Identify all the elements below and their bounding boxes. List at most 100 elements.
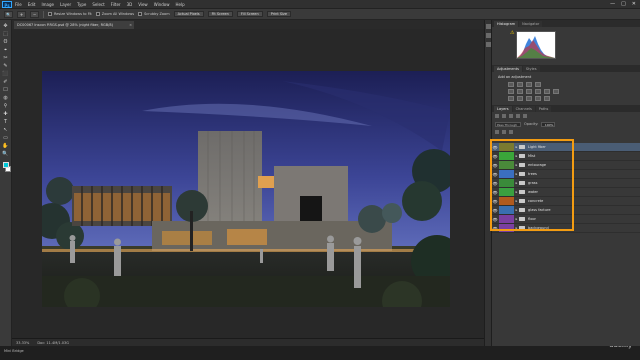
layer-row[interactable]: 👁 ▸ water (492, 188, 640, 197)
layer-row[interactable]: 👁 ▸ grass (492, 179, 640, 188)
visibility-eye-icon[interactable]: 👁 (492, 154, 498, 159)
menu-view[interactable]: View (138, 2, 148, 7)
visibility-eye-icon[interactable]: 👁 (492, 181, 498, 186)
selective-color-icon[interactable] (544, 96, 550, 101)
invert-icon[interactable] (508, 96, 514, 101)
canvas[interactable] (42, 71, 450, 307)
menu-image[interactable]: Image (41, 2, 54, 7)
minimize-button[interactable]: — (610, 1, 615, 7)
tab-layers[interactable]: Layers (494, 106, 512, 112)
threshold-icon[interactable] (526, 96, 532, 101)
brightness-contrast-icon[interactable] (508, 82, 514, 87)
filter-kind-icon[interactable] (495, 114, 499, 118)
hand-tool-icon[interactable]: ✋ (2, 143, 10, 150)
curves-icon[interactable] (526, 82, 532, 87)
filter-pixel-icon[interactable] (502, 114, 506, 118)
lock-all-icon[interactable] (509, 130, 513, 134)
blend-mode-select[interactable]: Pass Through (495, 121, 521, 127)
black-white-icon[interactable] (535, 89, 541, 94)
zoom-all-option[interactable]: Zoom All Windows (95, 12, 134, 16)
visibility-eye-icon[interactable]: 👁 (492, 145, 498, 150)
warning-icon[interactable]: ⚠ (510, 30, 514, 36)
scrubby-zoom-option[interactable]: Scrubby Zoom (138, 12, 170, 16)
layer-row[interactable]: 👁 ▸ Light fiber (492, 143, 640, 152)
layer-row[interactable]: 👁 ▸ background (492, 224, 640, 233)
checkbox[interactable] (95, 12, 100, 16)
zoom-out-icon[interactable]: − (30, 10, 39, 18)
history-brush-tool-icon[interactable]: ✐ (2, 79, 10, 86)
exposure-icon[interactable] (535, 82, 541, 87)
maximize-button[interactable]: □ (621, 1, 626, 7)
menu-help[interactable]: Help (175, 2, 184, 7)
resize-windows-option[interactable]: Resize Windows to Fit (48, 12, 92, 16)
zoom-in-icon[interactable]: + (17, 10, 26, 18)
posterize-icon[interactable] (517, 96, 523, 101)
zoom-level[interactable]: 33.33% (16, 341, 29, 345)
menu-edit[interactable]: Edit (28, 2, 36, 7)
hue-saturation-icon[interactable] (517, 89, 523, 94)
visibility-eye-icon[interactable]: 👁 (492, 226, 498, 231)
fit-screen-button[interactable]: Fit Screen (207, 11, 233, 17)
quick-select-tool-icon[interactable]: ⌖ (2, 47, 10, 54)
move-tool-icon[interactable]: ✥ (2, 23, 10, 30)
actual-pixels-button[interactable]: Actual Pixels (173, 11, 204, 17)
menu-file[interactable]: File (15, 2, 22, 7)
menu-filter[interactable]: Filter (111, 2, 121, 7)
filter-adjust-icon[interactable] (509, 114, 513, 118)
document-tab[interactable]: DC00067 Inscon P.RGS.psd @ 28% (night fi… (14, 21, 134, 29)
fill-screen-button[interactable]: Fill Screen (236, 11, 263, 17)
zoom-tool-icon[interactable]: 🔍 (4, 10, 13, 18)
pen-tool-icon[interactable]: ✚ (2, 111, 10, 118)
menu-type[interactable]: Type (77, 2, 86, 7)
menu-select[interactable]: Select (92, 2, 104, 7)
gradient-tool-icon[interactable]: ◍ (2, 95, 10, 102)
visibility-eye-icon[interactable]: 👁 (492, 217, 498, 222)
stamp-tool-icon[interactable]: ⬛ (2, 71, 10, 78)
menu-window[interactable]: Window (154, 2, 170, 7)
layer-row[interactable]: 👁 ▸ entourage (492, 161, 640, 170)
gradient-map-icon[interactable] (535, 96, 541, 101)
lasso-tool-icon[interactable]: ʘ (2, 39, 10, 46)
close-button[interactable]: ✕ (632, 1, 636, 7)
levels-icon[interactable] (517, 82, 523, 87)
checkbox[interactable] (48, 12, 52, 16)
color-balance-icon[interactable] (526, 89, 532, 94)
layer-row[interactable]: 👁 ▸ trees (492, 170, 640, 179)
channel-mixer-icon[interactable] (553, 89, 559, 94)
filter-shape-icon[interactable] (523, 114, 527, 118)
foreground-color-swatch[interactable] (2, 162, 9, 168)
layer-row[interactable]: 👁 ▸ glass facture (492, 206, 640, 215)
tab-paths[interactable]: Paths (535, 106, 552, 112)
vibrance-icon[interactable] (508, 89, 514, 94)
visibility-eye-icon[interactable]: 👁 (492, 199, 498, 204)
tab-channels[interactable]: Channels (512, 106, 535, 112)
visibility-eye-icon[interactable]: 👁 (492, 190, 498, 195)
marquee-tool-icon[interactable]: ⬚ (2, 31, 10, 38)
layer-row[interactable]: 👁 ▸ concrete (492, 197, 640, 206)
visibility-eye-icon[interactable]: 👁 (492, 163, 498, 168)
brush-tool-icon[interactable]: ✎ (2, 63, 10, 70)
layer-row[interactable]: 👁 ▸ Mist (492, 152, 640, 161)
visibility-eye-icon[interactable]: 👁 (492, 208, 498, 213)
print-size-button[interactable]: Print Size (266, 11, 292, 17)
dodge-tool-icon[interactable]: ⚲ (2, 103, 10, 110)
lock-position-icon[interactable] (502, 130, 506, 134)
properties-icon[interactable] (485, 33, 491, 38)
zoom-tool-icon[interactable]: 🔍 (2, 151, 10, 158)
visibility-eye-icon[interactable]: 👁 (492, 172, 498, 177)
type-tool-icon[interactable]: T (2, 119, 10, 126)
history-icon[interactable] (485, 24, 491, 29)
filter-type-icon[interactable] (516, 114, 520, 118)
photo-filter-icon[interactable] (544, 89, 550, 94)
menu-layer[interactable]: Layer (60, 2, 71, 7)
opacity-input[interactable]: 100% (541, 121, 556, 127)
crop-tool-icon[interactable]: ✂ (2, 55, 10, 62)
layer-row[interactable]: 👁 ▸ floor (492, 215, 640, 224)
mini-bridge-tab[interactable]: Mini Bridge (4, 349, 24, 353)
shape-tool-icon[interactable]: ▭ (2, 135, 10, 142)
checkbox[interactable] (138, 12, 143, 16)
lock-pixels-icon[interactable] (495, 130, 499, 134)
brush-presets-icon[interactable] (485, 42, 491, 47)
eraser-tool-icon[interactable]: ☐ (2, 87, 10, 94)
path-select-tool-icon[interactable]: ↖ (2, 127, 10, 134)
